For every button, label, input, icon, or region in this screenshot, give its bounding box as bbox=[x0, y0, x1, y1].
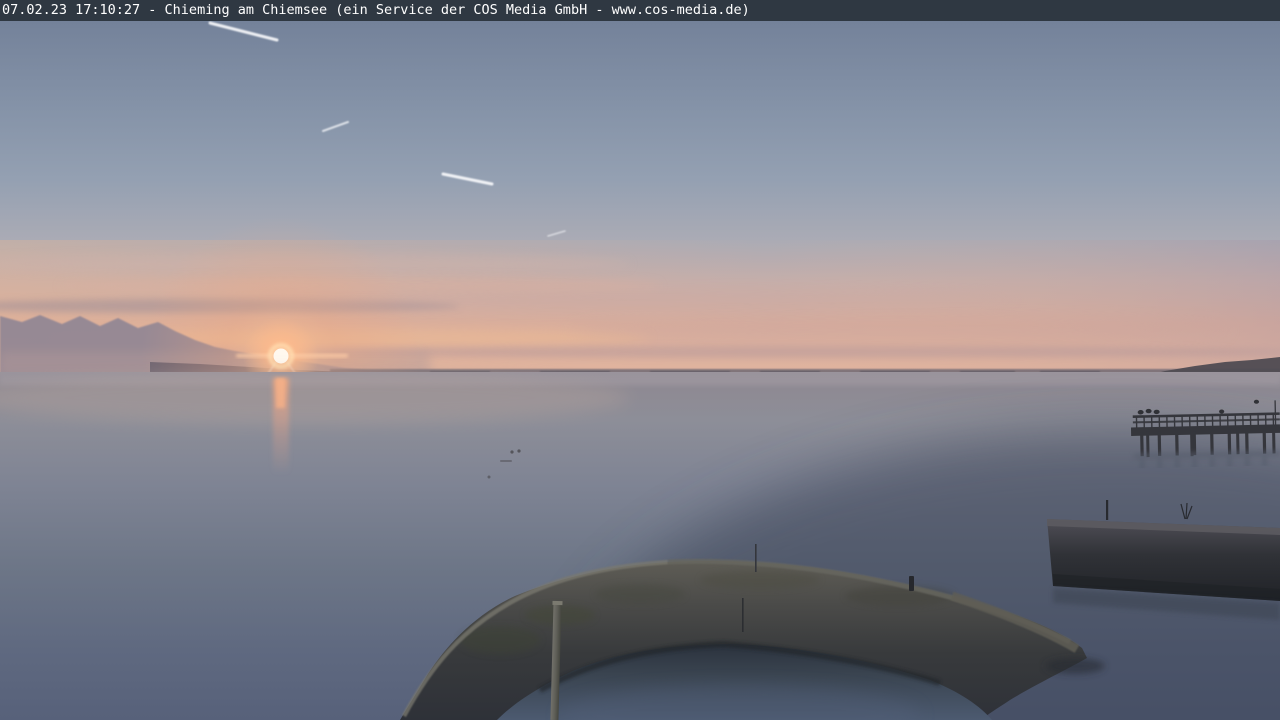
webcam-overlay-bar: 07.02.23 17:10:27 - Chieming am Chiemsee… bbox=[0, 0, 1280, 21]
thin-stick bbox=[755, 544, 757, 572]
bollard bbox=[909, 576, 914, 591]
overlay-text: 07.02.23 17:10:27 - Chieming am Chiemsee… bbox=[2, 2, 750, 18]
pole bbox=[1106, 500, 1108, 520]
webcam-frame: 07.02.23 17:10:27 - Chieming am Chiemsee… bbox=[0, 0, 1280, 720]
webcam-photo bbox=[0, 21, 1280, 720]
